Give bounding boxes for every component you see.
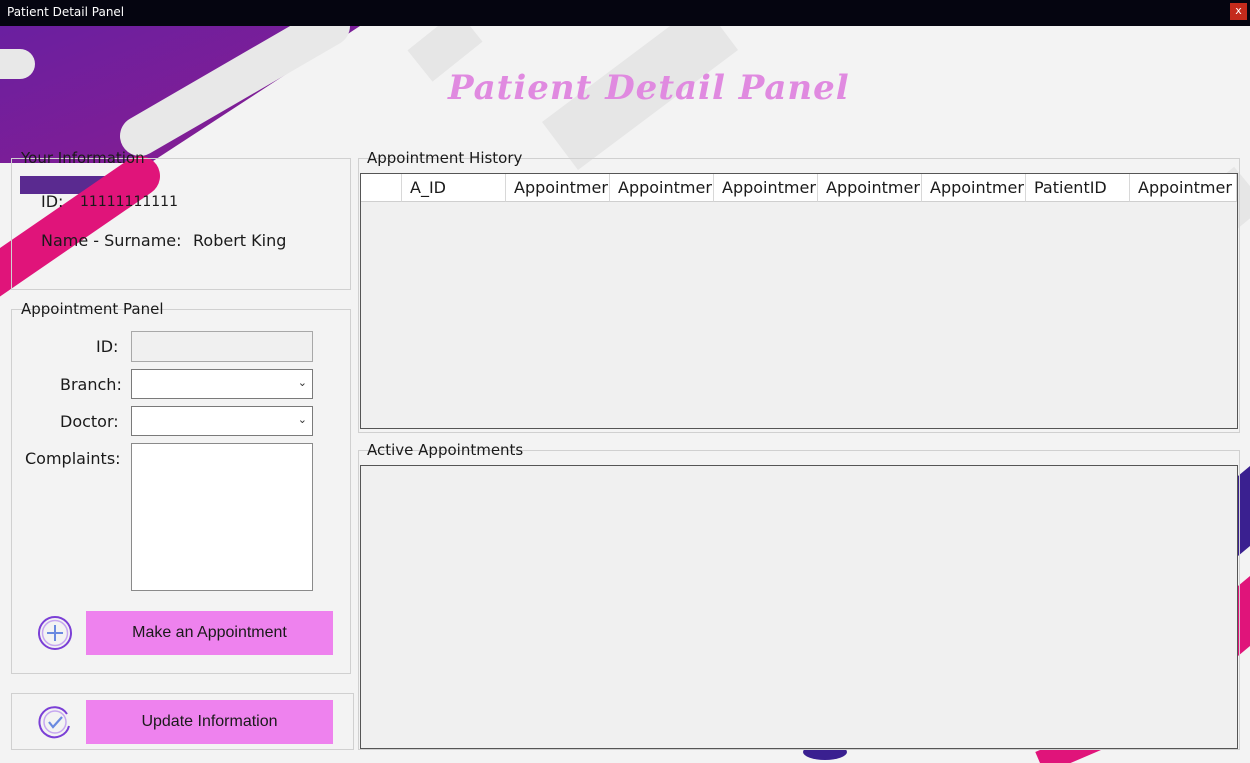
column-header[interactable]: PatientID xyxy=(1026,174,1130,202)
doctor-label: Doctor: xyxy=(60,412,119,431)
update-information-button[interactable]: Update Information xyxy=(86,700,333,744)
column-header[interactable]: Appointmer xyxy=(714,174,818,202)
appointment-id-label: ID: xyxy=(96,337,119,356)
plus-circle-icon xyxy=(38,616,72,650)
column-header[interactable]: Appointmer xyxy=(610,174,714,202)
page-title: Patient Detail Panel xyxy=(448,68,850,108)
active-appointments-grid[interactable] xyxy=(360,465,1238,749)
your-information-legend: Your Information xyxy=(21,149,145,167)
chevron-down-icon: ⌄ xyxy=(297,413,307,426)
chevron-down-icon: ⌄ xyxy=(297,376,307,389)
patient-id-value: 11111111111 xyxy=(80,194,178,210)
complaints-label: Complaints: xyxy=(25,449,121,468)
column-header[interactable]: Appointmer xyxy=(506,174,610,202)
close-button[interactable]: x xyxy=(1230,3,1247,20)
row-header-corner xyxy=(361,174,402,202)
patient-id-label: ID: xyxy=(41,192,64,211)
branch-label: Branch: xyxy=(60,375,122,394)
doctor-select[interactable]: ⌄ xyxy=(131,406,313,436)
active-appointments-legend: Active Appointments xyxy=(367,441,524,459)
window-titlebar: Patient Detail Panel x xyxy=(0,0,1250,26)
column-header[interactable]: Appointmer xyxy=(818,174,922,202)
make-appointment-button[interactable]: Make an Appointment xyxy=(86,611,333,655)
appointment-id-field[interactable] xyxy=(131,331,313,362)
appointment-history-grid[interactable]: A_ID Appointmer Appointmer Appointmer Ap… xyxy=(360,173,1238,429)
check-circle-icon xyxy=(38,706,70,739)
branch-select[interactable]: ⌄ xyxy=(131,369,313,399)
your-information-group xyxy=(11,158,351,290)
column-header[interactable]: Appointmer xyxy=(922,174,1026,202)
appointment-panel-legend: Appointment Panel xyxy=(21,300,164,318)
complaints-textarea[interactable] xyxy=(131,443,313,591)
patient-name-label: Name - Surname: xyxy=(41,231,182,250)
window-title: Patient Detail Panel xyxy=(7,5,125,19)
appointment-history-legend: Appointment History xyxy=(367,149,523,167)
column-header[interactable]: Appointmer xyxy=(1130,174,1237,202)
patient-name-value: Robert King xyxy=(193,231,287,250)
column-header[interactable]: A_ID xyxy=(402,174,506,202)
